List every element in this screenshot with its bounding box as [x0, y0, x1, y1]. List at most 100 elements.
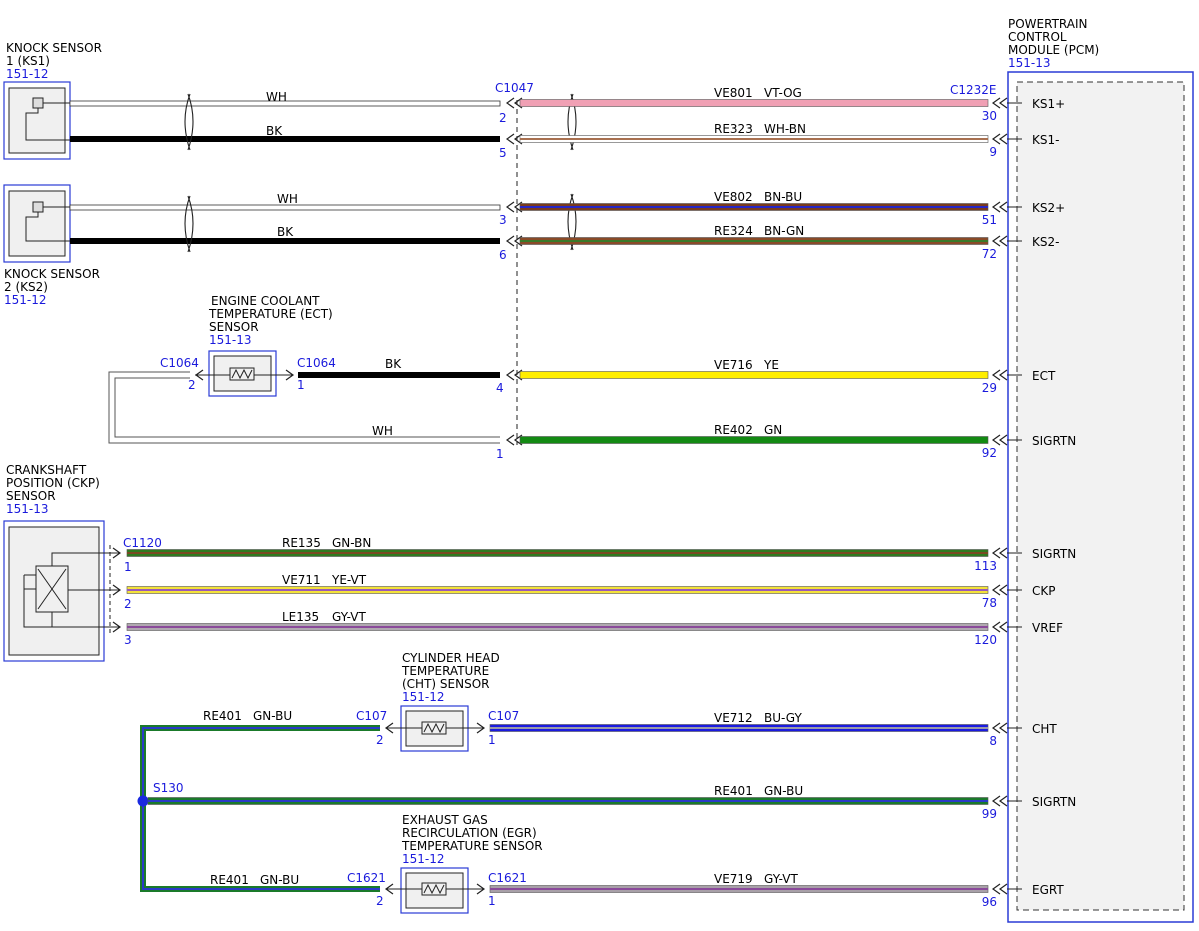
wiring-diagram: POWERTRAIN CONTROL MODULE (PCM) 151-13 C…: [0, 0, 1199, 927]
pcm-pin-8: 120: [974, 633, 997, 647]
pcm-pin-arrow-1: [991, 133, 1008, 145]
pcm-signal-4: ECT: [1032, 369, 1056, 383]
ect-conn-left: C1064: [160, 356, 199, 370]
knock-sensor-2: KNOCK SENSOR 2 (KS2) 151-12: [3, 184, 100, 307]
ks1-ref-link[interactable]: 151-12: [6, 67, 49, 81]
branch-upper-color: GN-BU: [253, 709, 292, 723]
ckp-connector-label: C1120: [123, 536, 162, 550]
circuit-id-8: LE135: [282, 610, 319, 624]
egr-pin-left: 2: [376, 894, 384, 908]
cht-title-3: (CHT) SENSOR: [402, 677, 490, 691]
egr-inner-box: [405, 872, 464, 909]
pcm-signal-11: EGRT: [1032, 883, 1064, 897]
pcm-pin-arrow-11: [991, 883, 1008, 895]
cht-sensor: CYLINDER HEAD TEMPERATURE (CHT) SENSOR 1…: [356, 651, 519, 752]
pcm-signal-8: VREF: [1032, 621, 1063, 635]
pcm-signal-9: CHT: [1032, 722, 1057, 736]
pcm-pin-arrow-6: [991, 547, 1008, 559]
wire-label-ks1-bk: BK: [266, 124, 283, 138]
left-pin-1: 2: [499, 111, 507, 125]
pcm-title-1: POWERTRAIN: [1008, 17, 1088, 31]
wire-re324-stripe: [520, 240, 988, 242]
wire-ect-bk: [298, 372, 500, 378]
pcm-title-3: MODULE (PCM): [1008, 43, 1099, 57]
pcm-signal-1: KS1-: [1032, 133, 1059, 147]
circuit-id-7: VE711: [282, 573, 321, 587]
circuit-id-1: RE323: [714, 122, 753, 136]
egr-title-1: EXHAUST GAS: [402, 813, 488, 827]
splice-label: S130: [153, 781, 184, 795]
circuit-id-5: RE402: [714, 423, 753, 437]
pcm-signal-3: KS2-: [1032, 235, 1059, 249]
wire-label-ect-bk: BK: [385, 357, 402, 371]
pcm-pin-1: 9: [989, 145, 997, 159]
pcm-pin-arrow-9: [991, 722, 1008, 734]
pcm-pin-3: 72: [982, 247, 997, 261]
wire-ve802-stripe: [520, 206, 988, 208]
ect-conn-right: C1064: [297, 356, 336, 370]
pcm-pin-11: 96: [982, 895, 997, 909]
wire-label-ks2-bk: BK: [277, 225, 294, 239]
circuit-id-6: RE135: [282, 536, 321, 550]
ks1-piezo-icon: [32, 97, 44, 109]
ckp-title-1: CRANKSHAFT: [6, 463, 87, 477]
pcm-signal-10: SIGRTN: [1032, 795, 1076, 809]
pcm-pin-10: 99: [982, 807, 997, 821]
egr-ref-link[interactable]: 151-12: [402, 852, 445, 866]
pcm-pin-arrow-5: [991, 434, 1008, 446]
circuit-color-11: GY-VT: [764, 872, 798, 886]
left-pin-5: 4: [496, 381, 504, 395]
central-connector-pins: 2 5 3 6 4 1: [496, 97, 523, 461]
circuit-color-2: BN-BU: [764, 190, 802, 204]
ks1-title-2: 1 (KS1): [6, 54, 50, 68]
egr-conn-left: C1621: [347, 871, 386, 885]
cht-pin-left: 2: [376, 733, 384, 747]
cht-ref-link[interactable]: 151-12: [402, 690, 445, 704]
pcm-pin-7: 78: [982, 596, 997, 610]
egr-title-2: RECIRCULATION (EGR): [402, 826, 537, 840]
pcm-pin-arrow-2: [991, 201, 1008, 213]
diagram-svg: POWERTRAIN CONTROL MODULE (PCM) 151-13 C…: [3, 17, 1194, 923]
pcm-signal-7: CKP: [1032, 584, 1055, 598]
circuit-id-4: VE716: [714, 358, 753, 372]
pcm-pin-0: 30: [982, 109, 997, 123]
pcm-pin-6: 113: [974, 559, 997, 573]
branch-lower-color: GN-BU: [260, 873, 299, 887]
pcm-ref-link[interactable]: 151-13: [1008, 56, 1051, 70]
ckp-title-3: SENSOR: [6, 489, 56, 503]
wire-re323-stripe: [520, 138, 988, 140]
pcm-signal-2: KS2+: [1032, 201, 1065, 215]
circuit-id-11: VE719: [714, 872, 753, 886]
egr-sensor: EXHAUST GAS RECIRCULATION (EGR) TEMPERAT…: [347, 813, 543, 914]
pcm-pin-arrow-3: [991, 235, 1008, 247]
circuit-color-8: GY-VT: [332, 610, 366, 624]
ect-title-3: SENSOR: [209, 320, 259, 334]
ckp-sensor: CRANKSHAFT POSITION (CKP) SENSOR 151-13 …: [3, 463, 162, 662]
ckp-ref-link[interactable]: 151-13: [6, 502, 49, 516]
circuit-color-10: GN-BU: [764, 784, 803, 798]
pcm-pin-arrow-0: [991, 97, 1008, 109]
pcm-pin-4: 29: [982, 381, 997, 395]
circuit-color-4: YE: [763, 358, 779, 372]
circuit-id-2: VE802: [714, 190, 753, 204]
pcm-signal-5: SIGRTN: [1032, 434, 1076, 448]
ect-pin-left: 2: [188, 378, 196, 392]
wire-re135-stripe: [127, 552, 988, 554]
ks2-ref-link[interactable]: 151-12: [4, 293, 47, 307]
splice-branch-path-outer: [140, 725, 380, 892]
cht-pin-right: 1: [488, 733, 496, 747]
ks2-inner-box: [8, 190, 66, 257]
wire-label-ect-wh: WH: [372, 424, 393, 438]
wire-ve711-stripe: [127, 589, 988, 591]
ect-title-1: ENGINE COOLANT: [211, 294, 320, 308]
pcm-signal-6: SIGRTN: [1032, 547, 1076, 561]
ect-ref-link[interactable]: 151-13: [209, 333, 252, 347]
splice-branch-path-inner: [142, 727, 380, 890]
pcm-pin-2: 51: [982, 213, 997, 227]
egr-conn-right: C1621: [488, 871, 527, 885]
ks2-title-1: KNOCK SENSOR: [4, 267, 100, 281]
circuit-id-9: VE712: [714, 711, 753, 725]
ks2-title-2: 2 (KS2): [4, 280, 48, 294]
circuit-color-5: GN: [764, 423, 782, 437]
pcm-title-2: CONTROL: [1008, 30, 1067, 44]
